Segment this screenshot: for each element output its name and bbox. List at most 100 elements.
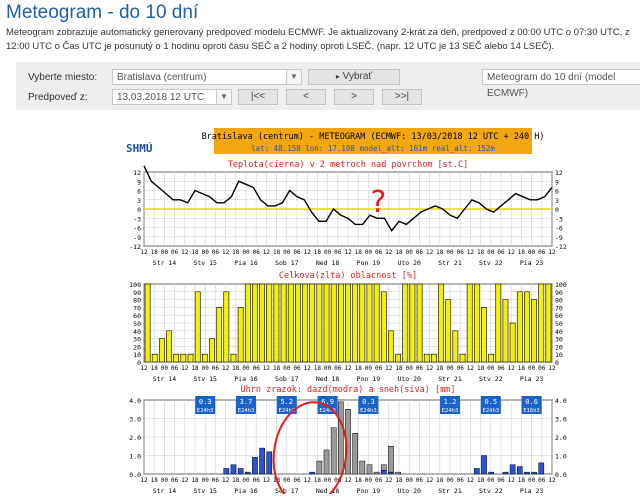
cloud-tick-label-left: 30 bbox=[133, 336, 141, 344]
temp-hour-label: 18 bbox=[314, 249, 322, 256]
rain-bar bbox=[380, 470, 387, 475]
temp-day-label: Sob 17 bbox=[275, 259, 299, 267]
cloud-hour-label: 06 bbox=[334, 365, 342, 372]
cloud-bar bbox=[295, 283, 301, 363]
rain-bar bbox=[516, 466, 523, 475]
rain-bar bbox=[309, 471, 316, 475]
cloud-day-label: Pia 23 bbox=[520, 375, 544, 383]
temp-tick-label-right: 9 bbox=[555, 178, 559, 186]
temp-tick-label-left: 12 bbox=[133, 169, 141, 177]
precip-hour-label: 12 bbox=[140, 477, 148, 484]
temp-tick-label-left: 6 bbox=[137, 188, 141, 196]
precip-tick-label-right: 4.0 bbox=[555, 397, 567, 405]
temp-hour-label: 06 bbox=[253, 249, 261, 256]
precip-total-value: 3.7 bbox=[240, 398, 253, 406]
rain-bar bbox=[531, 471, 537, 475]
cloud-day-label: Pia 16 bbox=[234, 375, 258, 383]
precip-hour-label: 00 bbox=[202, 477, 210, 484]
cloud-bar bbox=[502, 299, 509, 363]
cloud-bar bbox=[388, 330, 394, 363]
temp-hour-label: 06 bbox=[171, 249, 179, 256]
rain-bar bbox=[266, 451, 273, 475]
forecast-select[interactable]: 13.03.2018 12 UTC ▼ bbox=[112, 89, 232, 105]
select-button[interactable]: ▸ Vybrať bbox=[308, 69, 400, 85]
precip-hour-label: 06 bbox=[253, 477, 261, 484]
cloud-bar bbox=[488, 353, 495, 363]
cloud-bar bbox=[445, 299, 452, 363]
cloud-day-label: Ned 18 bbox=[316, 375, 340, 383]
cloud-hour-label: 00 bbox=[324, 365, 332, 372]
precip-tick-label-left: 3.0 bbox=[129, 416, 141, 424]
cloud-bar bbox=[495, 283, 502, 363]
cloud-bar bbox=[431, 353, 437, 363]
precip-total-value: 5.2 bbox=[280, 398, 293, 406]
rain-bar bbox=[538, 462, 545, 475]
forecast-select-value: 13.03.2018 12 UTC bbox=[117, 92, 205, 103]
precip-tick-label-left: 0.0 bbox=[129, 471, 141, 479]
temp-hour-label: 18 bbox=[355, 249, 363, 256]
place-select[interactable]: Bratislava (centrum) ▼ bbox=[112, 69, 302, 85]
precipitation-chart: 4.0 4.0 3.0 3.0 2.0 2.0 1.0 1.0 0.0 0.0 0.3 E24h3 3.… bbox=[129, 396, 567, 495]
product-select-value: Meteogram do 10 dní (model ECMWF) bbox=[487, 72, 616, 99]
rain-bar bbox=[223, 468, 230, 475]
next-run-button[interactable]: > bbox=[334, 89, 374, 105]
arrow-right-icon: ▸ bbox=[335, 72, 340, 81]
product-select[interactable]: Meteogram do 10 dní (model ECMWF) bbox=[482, 69, 640, 99]
snow-bar bbox=[323, 449, 330, 475]
temp-hour-label: 00 bbox=[487, 249, 495, 256]
cloud-bar bbox=[144, 283, 151, 363]
precip-hour-label: 12 bbox=[222, 477, 230, 484]
cloud-tick-label-left: 20 bbox=[133, 343, 141, 351]
temp-hour-label: 00 bbox=[283, 249, 291, 256]
temp-hour-label: 18 bbox=[232, 249, 240, 256]
temp-hour-label: 12 bbox=[508, 249, 516, 256]
cloud-bar bbox=[538, 283, 545, 363]
precip-panel-title: Uhrn zrazok: dazd(modra) a sneh(siva) [m… bbox=[241, 385, 456, 395]
cloud-hour-label: 12 bbox=[140, 365, 148, 372]
cloud-bar bbox=[509, 322, 516, 363]
precip-total-value: 0.3 bbox=[362, 398, 375, 406]
previous-run-button[interactable]: < bbox=[286, 89, 326, 105]
cloud-tick-label-left: 90 bbox=[133, 289, 141, 297]
cloud-bar bbox=[223, 291, 230, 363]
rain-bar bbox=[474, 468, 480, 475]
cloud-bar bbox=[466, 283, 473, 363]
first-run-button[interactable]: |<< bbox=[238, 89, 278, 105]
precip-hour-label: 12 bbox=[426, 477, 434, 484]
temp-tick-label-left: 9 bbox=[137, 178, 141, 186]
precip-hour-label: 18 bbox=[314, 477, 322, 484]
temp-tick-label-right: -6 bbox=[555, 225, 563, 233]
rain-bar bbox=[509, 464, 516, 475]
temp-hour-label: 18 bbox=[191, 249, 199, 256]
precip-hour-label: 18 bbox=[232, 477, 240, 484]
temp-tick-label-right: 3 bbox=[555, 197, 559, 205]
precip-hour-label: 12 bbox=[304, 477, 312, 484]
temp-hour-label: 00 bbox=[446, 249, 454, 256]
snow-bar bbox=[388, 446, 394, 473]
precip-hour-label: 18 bbox=[436, 477, 444, 484]
cloud-bar bbox=[359, 283, 366, 363]
temp-hour-label: 00 bbox=[324, 249, 332, 256]
precip-hour-label: 18 bbox=[355, 477, 363, 484]
precip-total-label: E24h3 bbox=[360, 408, 377, 414]
cloud-hour-label: 12 bbox=[385, 365, 393, 372]
temp-tick-label-left: -3 bbox=[133, 215, 141, 223]
cloud-bar bbox=[259, 283, 265, 363]
cloud-bar bbox=[216, 307, 223, 363]
cloud-bar bbox=[452, 330, 459, 363]
temp-hour-label: 18 bbox=[273, 249, 281, 256]
cloud-hour-label: 12 bbox=[181, 365, 189, 372]
precip-hour-label: 12 bbox=[263, 477, 271, 484]
meteogram-svg: SHMÚ Bratislava (centrum) - METEOGRAM (E… bbox=[118, 126, 567, 499]
cloud-bar bbox=[330, 283, 337, 363]
selection-form: Vyberte miesto: Bratislava (centrum) ▼ ▸… bbox=[16, 62, 640, 110]
cloud-bar bbox=[402, 283, 409, 363]
cloud-chart: 100 10090 9080 8070 7060 6050 5040 4030 3020 2010… bbox=[129, 281, 567, 383]
precip-hour-label: 06 bbox=[212, 477, 220, 484]
precip-hour-label: 06 bbox=[375, 477, 383, 484]
temp-day-label: Pia 16 bbox=[234, 259, 258, 267]
last-run-button[interactable]: >>| bbox=[382, 89, 422, 105]
temp-hour-label: 12 bbox=[181, 249, 189, 256]
snow-bar bbox=[380, 464, 387, 471]
precip-day-label: Stv 22 bbox=[479, 487, 503, 494]
